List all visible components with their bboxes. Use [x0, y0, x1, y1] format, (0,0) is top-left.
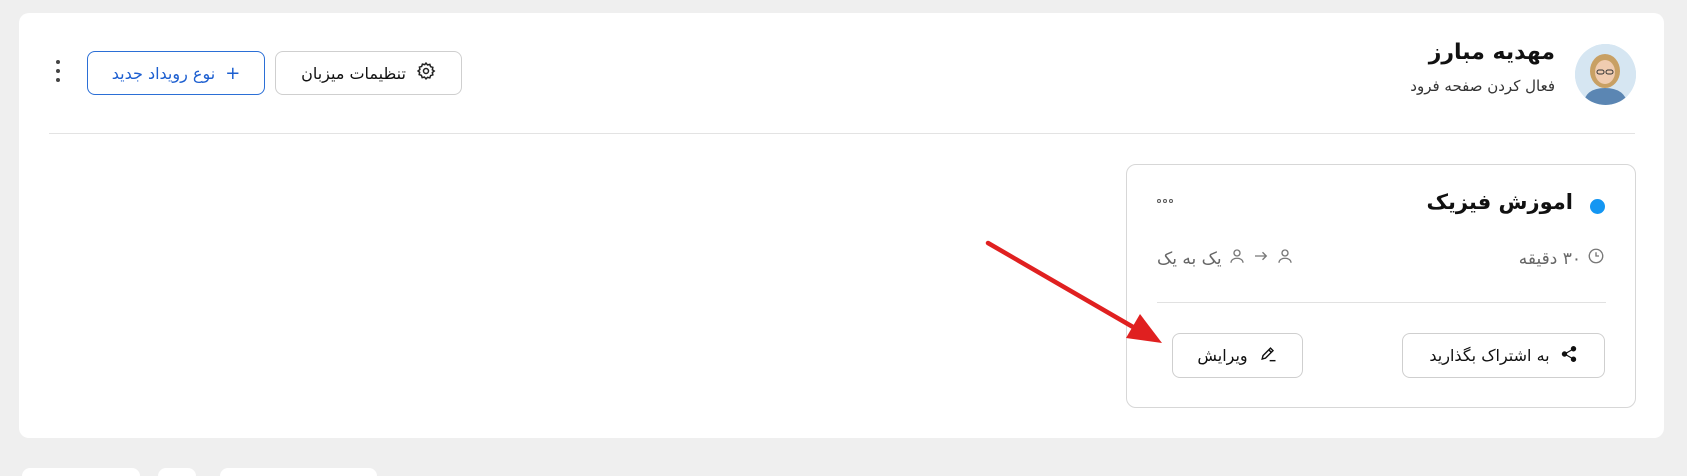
bottom-tab-stub — [220, 468, 377, 476]
duration-text: ۳۰ دقیقه — [1518, 248, 1581, 269]
clock-icon — [1587, 247, 1605, 270]
host-settings-button[interactable]: تنظیمات میزبان — [275, 51, 462, 95]
event-type-card: اموزش فیزیک ۳۰ دقیقه یک به یک به اشتراک … — [1126, 164, 1636, 408]
edit-button[interactable]: ویرایش — [1172, 333, 1303, 378]
pencil-icon — [1258, 344, 1278, 368]
event-duration: ۳۰ دقیقه — [1519, 247, 1605, 270]
user-subtitle-link[interactable]: فعال کردن صفحه فرود — [1410, 77, 1555, 95]
kebab-icon[interactable] — [50, 60, 66, 82]
bottom-tab-stub — [158, 468, 196, 476]
host-settings-label: تنظیمات میزبان — [301, 63, 406, 83]
header-divider — [49, 133, 1635, 134]
arrow-right-icon — [1252, 247, 1270, 270]
event-color-dot — [1590, 199, 1605, 214]
plus-icon: + — [225, 62, 241, 84]
more-dots-icon[interactable] — [1157, 199, 1173, 203]
event-meeting-type: یک به یک — [1157, 247, 1294, 270]
avatar[interactable] — [1575, 44, 1636, 105]
card-divider — [1157, 302, 1606, 303]
share-button[interactable]: به اشتراک بگذارید — [1402, 333, 1605, 378]
meeting-type-text: یک به یک — [1157, 248, 1222, 269]
gear-icon — [416, 61, 436, 85]
user-icon — [1228, 247, 1246, 270]
user-icon — [1276, 247, 1294, 270]
share-icon — [1560, 345, 1578, 367]
edit-label: ویرایش — [1197, 346, 1248, 365]
share-label: به اشتراک بگذارید — [1429, 346, 1550, 365]
bottom-tab-stub — [22, 468, 140, 476]
user-name: مهدیه مبارز — [1428, 40, 1555, 65]
new-event-type-button[interactable]: + نوع رویداد جدید — [87, 51, 265, 95]
new-event-type-label: نوع رویداد جدید — [111, 63, 216, 83]
event-title[interactable]: اموزش فیزیک — [1426, 190, 1573, 214]
